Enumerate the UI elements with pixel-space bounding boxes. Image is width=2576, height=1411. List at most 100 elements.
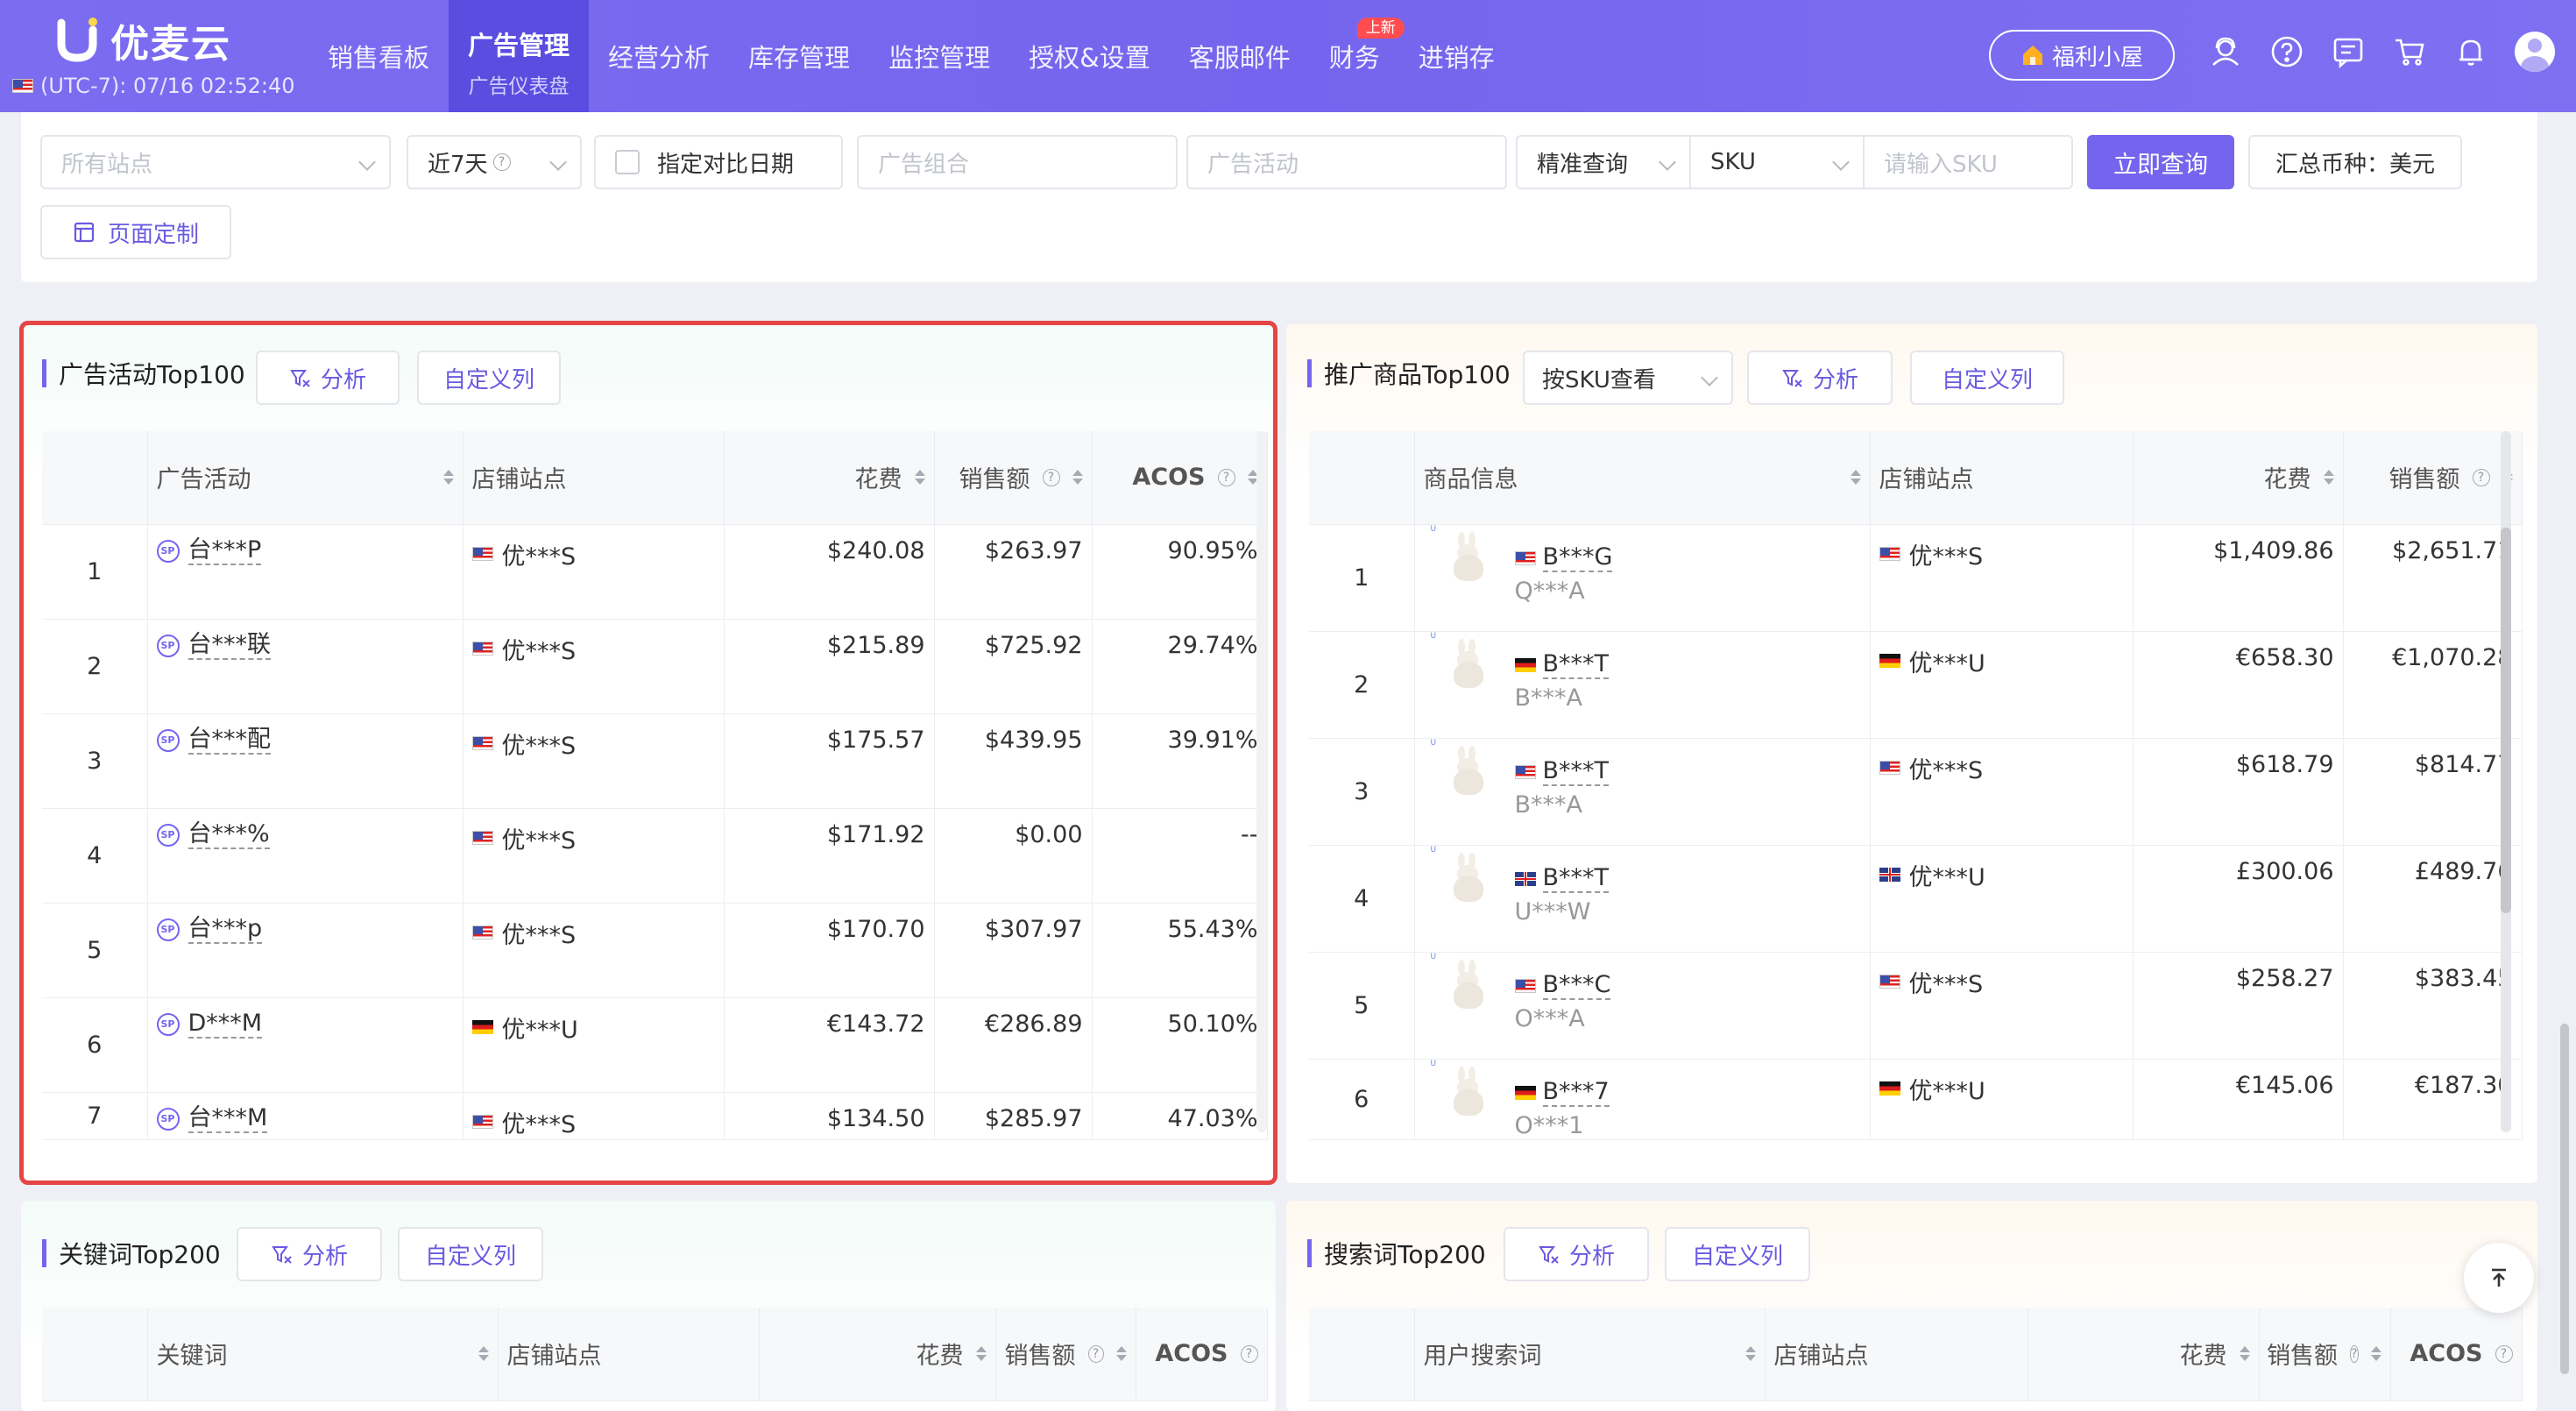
date-range-select[interactable]: 近7天 ? (407, 135, 582, 189)
page-customize-button[interactable]: 页面定制 (40, 205, 231, 259)
sort-icon[interactable] (914, 470, 925, 486)
custom-columns-button[interactable]: 自定义列 (398, 1227, 543, 1281)
campaign-name[interactable]: 台***联 (188, 631, 271, 660)
nav-customer-mail[interactable]: 客服邮件 (1170, 0, 1310, 112)
question-icon[interactable]: ? (1042, 468, 1060, 486)
user-support-icon[interactable] (2208, 34, 2243, 69)
question-icon[interactable]: ? (1240, 1344, 1258, 1363)
campaign-cell[interactable]: SP D***M (147, 997, 464, 1093)
campaign-cell[interactable]: SP 台***% (147, 808, 464, 904)
help-icon[interactable] (2269, 34, 2304, 69)
product-thumbnail[interactable]: U (1431, 739, 1489, 798)
product-sku[interactable]: B***7 (1542, 1078, 1610, 1107)
sort-icon[interactable] (478, 1346, 489, 1362)
nav-finance[interactable]: 财务 上新 (1310, 0, 1405, 112)
campaign-name[interactable]: 台***配 (188, 726, 271, 755)
column-header[interactable]: 广告活动 (147, 431, 464, 525)
campaign-cell[interactable]: SP 台***M (147, 1092, 464, 1140)
product-info-cell[interactable]: U B***7 O***1 (1414, 1059, 1871, 1140)
campaign-name[interactable]: D***M (188, 1010, 263, 1039)
analyze-button[interactable]: 分析 (237, 1227, 382, 1281)
table-row[interactable]: 3 U B***T B***A 优***S $618.79 $814.77 (1309, 738, 2523, 846)
sort-icon[interactable] (2239, 1346, 2250, 1362)
sort-icon[interactable] (1744, 1346, 1756, 1362)
question-icon[interactable]: ? (2472, 468, 2490, 486)
column-header[interactable]: 销售额? (934, 431, 1093, 525)
table-scrollbar[interactable] (1256, 431, 1267, 1132)
product-sku[interactable]: B***G (1542, 543, 1613, 572)
product-thumbnail[interactable]: U (1431, 846, 1489, 905)
sort-icon[interactable] (1115, 1346, 1127, 1362)
custom-columns-button[interactable]: 自定义列 (417, 351, 561, 405)
campaign-cell[interactable]: SP 台***联 (147, 619, 464, 714)
sort-icon[interactable] (442, 470, 454, 486)
nav-inventory[interactable]: 库存管理 (729, 0, 869, 112)
sort-icon[interactable] (2370, 1346, 2381, 1362)
campaign-name[interactable]: 台***% (188, 820, 270, 849)
product-info-cell[interactable]: U B***G Q***A (1414, 524, 1871, 632)
sku-input[interactable]: 请输入SKU (1863, 135, 2073, 189)
app-logo[interactable]: 优麦云 (56, 14, 231, 67)
product-thumbnail[interactable]: U (1431, 1060, 1489, 1119)
nav-ad-management[interactable]: 广告管理 广告仪表盘 (449, 0, 590, 112)
sort-icon[interactable] (2323, 470, 2334, 486)
table-row[interactable]: 5 SP 台***p 优***S $170.70 $307.97 55.43% (42, 903, 1268, 998)
column-header[interactable]: 商品信息 (1414, 431, 1871, 525)
currency-select[interactable]: 汇总币种：美元 (2248, 135, 2462, 189)
column-header[interactable]: 花费 (2028, 1308, 2260, 1401)
question-icon[interactable]: ? (2350, 1344, 2359, 1363)
product-sku[interactable]: B***T (1542, 757, 1610, 786)
table-row[interactable]: 1 U B***G Q***A 优***S $1,409.86 $2,651.71 (1309, 524, 2523, 632)
product-info-cell[interactable]: U B***T U***W (1414, 845, 1871, 953)
custom-columns-button[interactable]: 自定义列 (1665, 1227, 1810, 1281)
column-header[interactable]: 花费 (724, 431, 935, 525)
campaign-cell[interactable]: SP 台***P (147, 524, 464, 620)
table-row[interactable]: 3 SP 台***配 优***S $175.57 $439.95 39.91% (42, 713, 1268, 809)
avatar[interactable] (2515, 32, 2555, 72)
match-mode-select[interactable]: 精准查询 (1516, 135, 1691, 189)
product-thumbnail[interactable]: U (1431, 953, 1489, 1012)
product-thumbnail[interactable]: U (1431, 632, 1489, 691)
ad-campaign-select[interactable]: 广告活动 (1186, 135, 1507, 189)
column-header[interactable]: ACOS? (2390, 1308, 2523, 1401)
table-row[interactable]: 6 U B***7 O***1 优***U €145.06 €187.30 (1309, 1059, 2523, 1140)
query-button[interactable]: 立即查询 (2087, 135, 2234, 189)
nav-monitoring[interactable]: 监控管理 (869, 0, 1009, 112)
column-header[interactable]: 花费 (2133, 431, 2344, 525)
table-scrollbar[interactable] (2501, 431, 2511, 1132)
message-icon[interactable] (2331, 34, 2366, 69)
table-row[interactable]: 2 SP 台***联 优***S $215.89 $725.92 29.74% (42, 619, 1268, 714)
product-sku[interactable]: B***T (1542, 864, 1610, 893)
campaign-name[interactable]: 台***p (188, 915, 263, 944)
analyze-button[interactable]: 分析 (1504, 1227, 1649, 1281)
table-row[interactable]: 5 U B***C O***A 优***S $258.27 $383.45 (1309, 952, 2523, 1060)
column-header[interactable]: ACOS? (1136, 1308, 1268, 1401)
compare-date-toggle[interactable]: 指定对比日期 (594, 135, 843, 189)
sort-icon[interactable] (1072, 470, 1083, 486)
analyze-button[interactable]: 分析 (256, 351, 400, 405)
product-info-cell[interactable]: U B***T B***A (1414, 631, 1871, 739)
welfare-house-button[interactable]: 福利小屋 (1989, 30, 2175, 81)
page-scrollbar[interactable] (2558, 112, 2571, 1397)
product-info-cell[interactable]: U B***T B***A (1414, 738, 1871, 846)
product-sku[interactable]: B***T (1542, 650, 1610, 679)
campaign-cell[interactable]: SP 台***p (147, 903, 464, 998)
sort-icon[interactable] (975, 1346, 987, 1362)
nav-purchase-sales-stock[interactable]: 进销存 (1399, 0, 1514, 112)
column-header[interactable]: 关键词 (147, 1308, 499, 1401)
product-thumbnail[interactable]: U (1431, 525, 1489, 585)
table-row[interactable]: 6 SP D***M 优***U €143.72 €286.89 50.10% (42, 997, 1268, 1093)
back-to-top-button[interactable] (2464, 1243, 2534, 1313)
table-row[interactable]: 2 U B***T B***A 优***U €658.30 €1,070.28 (1309, 631, 2523, 739)
compare-date-checkbox[interactable] (615, 150, 640, 174)
product-info-cell[interactable]: U B***C O***A (1414, 952, 1871, 1060)
table-row[interactable]: 4 U B***T U***W 优***U £300.06 £489.76 (1309, 845, 2523, 953)
table-row[interactable]: 1 SP 台***P 优***S $240.08 $263.97 90.95% (42, 524, 1268, 620)
nav-sales-board[interactable]: 销售看板 (308, 0, 449, 112)
site-select[interactable]: 所有站点 (40, 135, 391, 189)
campaign-cell[interactable]: SP 台***配 (147, 713, 464, 809)
column-header[interactable]: 销售额? (995, 1308, 1136, 1401)
cart-icon[interactable] (2392, 34, 2427, 69)
question-icon[interactable]: ? (1217, 468, 1235, 486)
column-header[interactable]: 销售额? (2343, 431, 2523, 525)
